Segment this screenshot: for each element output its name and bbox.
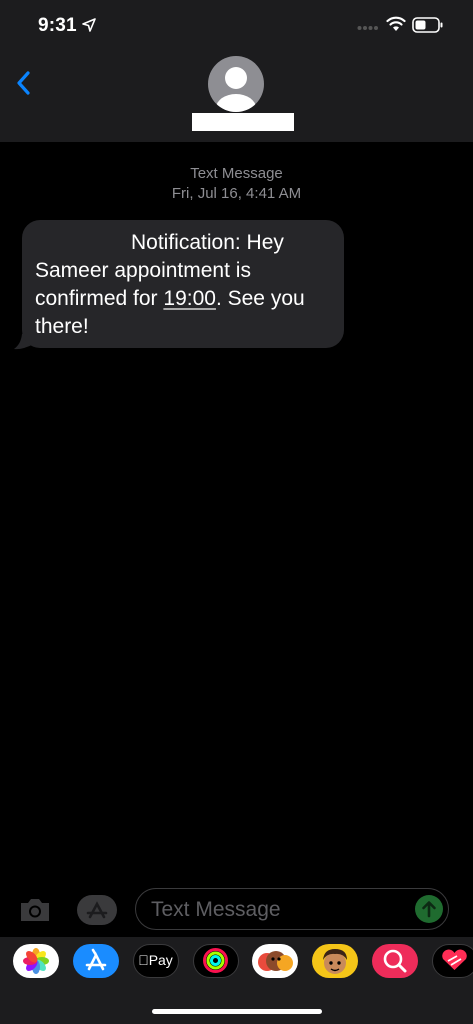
send-button[interactable]: [415, 895, 443, 923]
wifi-icon: [386, 16, 406, 31]
contact-name-redacted[interactable]: [192, 113, 294, 131]
apple-pay-icon: Pay: [134, 945, 177, 977]
apple-pay-label: Pay: [143, 952, 173, 968]
memoji-icon: [323, 949, 347, 974]
apps-button[interactable]: [76, 894, 118, 926]
activity-app-button[interactable]: [193, 944, 239, 978]
camera-button[interactable]: [18, 896, 52, 924]
location-icon: [82, 18, 96, 32]
search-images-app-button[interactable]: [372, 944, 418, 978]
app-store-icon: [77, 895, 117, 925]
animoji-app-button[interactable]: [252, 944, 298, 978]
home-indicator[interactable]: [152, 1009, 322, 1014]
message-input-placeholder: Text Message: [151, 898, 281, 921]
apple-pay-app-button[interactable]: Pay: [133, 944, 179, 978]
camera-icon: [21, 899, 49, 921]
message-timestamp: Text Message Fri, Jul 16, 4:41 AM: [0, 164, 473, 204]
send-arrow-icon: [422, 901, 436, 918]
digital-touch-icon: [442, 949, 467, 970]
signal-dots: [357, 26, 378, 30]
service-label: Text Message: [190, 165, 283, 182]
time-link[interactable]: 19:00: [163, 287, 216, 310]
activity-rings-icon: [203, 948, 228, 973]
animoji-icon: [258, 951, 293, 971]
chevron-left-icon: [17, 71, 30, 95]
messages-screen: 9:31 Text Message Fri, Jul 16, 4:41 AM N…: [0, 0, 473, 1024]
memoji-app-button[interactable]: [312, 944, 358, 978]
message-input[interactable]: Text Message: [135, 888, 449, 930]
person-silhouette-icon: [216, 67, 256, 112]
status-time: 9:31: [38, 15, 77, 36]
app-store-app-button[interactable]: [73, 944, 119, 978]
message-date: Fri, Jul 16, 4:41 AM: [171, 185, 302, 202]
app-store-icon: [85, 948, 107, 971]
sender-redacted: [35, 248, 131, 249]
search-images-icon: [383, 949, 407, 973]
battery-icon: [412, 17, 443, 33]
photos-icon: [23, 948, 49, 974]
status-bar: 9:31: [0, 0, 473, 56]
digital-touch-app-button[interactable]: [432, 944, 473, 978]
back-button[interactable]: [14, 68, 38, 98]
photos-app-button[interactable]: [13, 944, 59, 978]
message-text: Notification: Hey Sameer appointment is …: [35, 229, 335, 341]
contact-avatar[interactable]: [208, 56, 264, 112]
